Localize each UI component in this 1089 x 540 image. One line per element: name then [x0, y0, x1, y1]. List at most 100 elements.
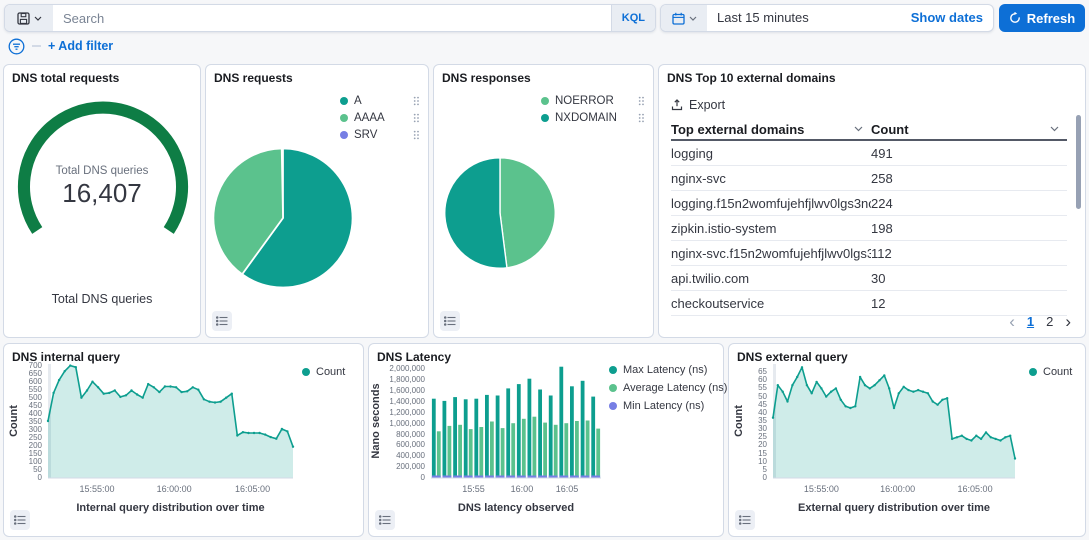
x-tick-label: 15:55	[462, 484, 485, 494]
panel-dns-requests: DNS requests AAAAASRV	[205, 64, 429, 338]
calendar-menu-button[interactable]	[661, 5, 707, 31]
y-tick-label: 1,000,000	[375, 420, 425, 428]
y-tick-label: 50	[12, 466, 42, 474]
legend-color-dot	[302, 368, 310, 376]
panel-title: DNS responses	[442, 71, 531, 85]
pagination-next[interactable]: ›	[1065, 315, 1071, 329]
pagination: ‹ 12 ›	[1009, 314, 1071, 329]
x-tick-label: 15:55:00	[804, 484, 839, 494]
chart-legend: Max Latency (ns) Average Latency (ns) Min …	[609, 364, 727, 412]
legend-actions-icon[interactable]	[638, 96, 645, 106]
y-tick-label: 200,000	[375, 463, 425, 471]
panel-dns-responses: DNS responses NOERROR NXDOMAIN	[433, 64, 654, 338]
pagination-prev[interactable]: ‹	[1009, 315, 1015, 329]
cell-count: 30	[871, 271, 1067, 286]
cell-domain: nginx-svc	[671, 171, 871, 186]
legend-actions-button[interactable]	[413, 96, 420, 106]
legend-label: NOERROR	[555, 95, 614, 107]
table-row: logging491	[671, 141, 1067, 166]
legend-actions-button[interactable]	[413, 130, 420, 140]
y-tick-label: 100	[12, 458, 42, 466]
panel-title: DNS total requests	[12, 71, 119, 85]
table-scrollbar[interactable]	[1076, 115, 1081, 209]
legend-actions-icon[interactable]	[638, 113, 645, 123]
cell-count: 198	[871, 221, 1067, 236]
legend-color-dot	[609, 402, 617, 410]
legend-label: Count	[1043, 366, 1072, 378]
gauge-sublabel: Total DNS queries	[4, 292, 200, 306]
legend-color-dot	[541, 97, 549, 105]
pagination-page-2[interactable]: 2	[1046, 314, 1053, 329]
panel-dns-external-query: DNS external query Count0510152025303540…	[728, 343, 1086, 537]
add-filter-link[interactable]: + Add filter	[48, 39, 113, 53]
legend-color-dot	[340, 131, 348, 139]
list-icon	[739, 515, 751, 525]
internal-query-chart: Count05010015020025030035040045050055060…	[4, 344, 363, 536]
legend-item[interactable]: Min Latency (ns)	[609, 400, 727, 412]
table-header-domains[interactable]: Top external domains	[671, 122, 871, 137]
legend-actions-button[interactable]	[638, 113, 645, 123]
dns-latency-chart: Nano seconds0200,000400,000600,000800,00…	[369, 344, 723, 536]
table-row: zipkin.istio-system198	[671, 216, 1067, 241]
y-tick-label: 60	[737, 376, 767, 384]
y-tick-label: 200	[12, 442, 42, 450]
column-label: Top external domains	[671, 122, 804, 137]
sort-chevron-icon	[1050, 126, 1059, 132]
legend-item[interactable]: SRV	[340, 129, 420, 141]
panel-title: DNS requests	[214, 71, 293, 85]
legend-item[interactable]: A	[340, 95, 420, 107]
cell-domain: logging.f15n2womfujehfjlwv0lgs3nog....	[671, 196, 871, 211]
legend-actions-icon[interactable]	[413, 113, 420, 123]
y-tick-label: 600	[12, 378, 42, 386]
saved-query-menu-button[interactable]	[5, 5, 53, 31]
cell-count: 112	[871, 246, 1067, 261]
y-tick-label: 20	[737, 441, 767, 449]
y-tick-label: 400,000	[375, 452, 425, 460]
panel-title: DNS external query	[737, 350, 848, 364]
show-dates-link[interactable]: Show dates	[911, 5, 993, 31]
legend-item[interactable]: AAAA	[340, 112, 420, 124]
legend-actions-icon[interactable]	[413, 96, 420, 106]
legend-item[interactable]: Max Latency (ns)	[609, 364, 727, 376]
legend-toggle-button[interactable]	[375, 510, 395, 530]
legend-actions-button[interactable]	[413, 113, 420, 123]
legend-actions-button[interactable]	[638, 96, 645, 106]
refresh-button[interactable]: Refresh	[999, 4, 1085, 32]
search-input[interactable]	[53, 5, 611, 31]
legend-item[interactable]: Average Latency (ns)	[609, 382, 727, 394]
filter-icon[interactable]	[8, 38, 25, 55]
table-header-count[interactable]: Count	[871, 122, 1067, 137]
kql-badge[interactable]: KQL	[611, 5, 655, 31]
search-bar: KQL	[4, 4, 656, 32]
legend-actions-icon[interactable]	[413, 130, 420, 140]
table-row: nginx-svc.f15n2womfujehfjlwv0lgs3no...11…	[671, 241, 1067, 266]
legend-toggle-button[interactable]	[735, 510, 755, 530]
legend-toggle-button[interactable]	[440, 311, 460, 331]
table-body: logging491nginx-svc258logging.f15n2womfu…	[671, 141, 1067, 316]
legend-item[interactable]: NXDOMAIN	[541, 112, 645, 124]
x-tick-label: 16:05:00	[958, 484, 993, 494]
table-row: logging.f15n2womfujehfjlwv0lgs3nog....22…	[671, 191, 1067, 216]
sort-chevron-icon	[854, 126, 863, 132]
legend-toggle-button[interactable]	[10, 510, 30, 530]
legend-item[interactable]: NOERROR	[541, 95, 645, 107]
legend-item[interactable]: Count	[1029, 366, 1072, 378]
legend-label: NXDOMAIN	[555, 112, 617, 124]
legend-toggle-button[interactable]	[212, 311, 232, 331]
legend-item[interactable]: Count	[302, 366, 345, 378]
cell-domain: zipkin.istio-system	[671, 221, 871, 236]
x-tick-label: 16:05:00	[235, 484, 270, 494]
list-icon	[379, 515, 391, 525]
time-range-label[interactable]: Last 15 minutes	[707, 5, 911, 31]
y-tick-label: 5	[737, 466, 767, 474]
y-tick-label: 1,200,000	[375, 409, 425, 417]
table-row: checkoutservice12	[671, 291, 1067, 316]
plot-area	[431, 364, 601, 478]
panel-dns-internal-query: DNS internal query Count0501001502002503…	[3, 343, 364, 537]
x-tick-label: 16:00	[511, 484, 534, 494]
cell-domain: logging	[671, 146, 871, 161]
filter-divider	[32, 45, 41, 47]
x-axis-title: DNS latency observed	[458, 502, 574, 514]
cell-count: 224	[871, 196, 1067, 211]
pagination-page-1[interactable]: 1	[1027, 314, 1034, 329]
